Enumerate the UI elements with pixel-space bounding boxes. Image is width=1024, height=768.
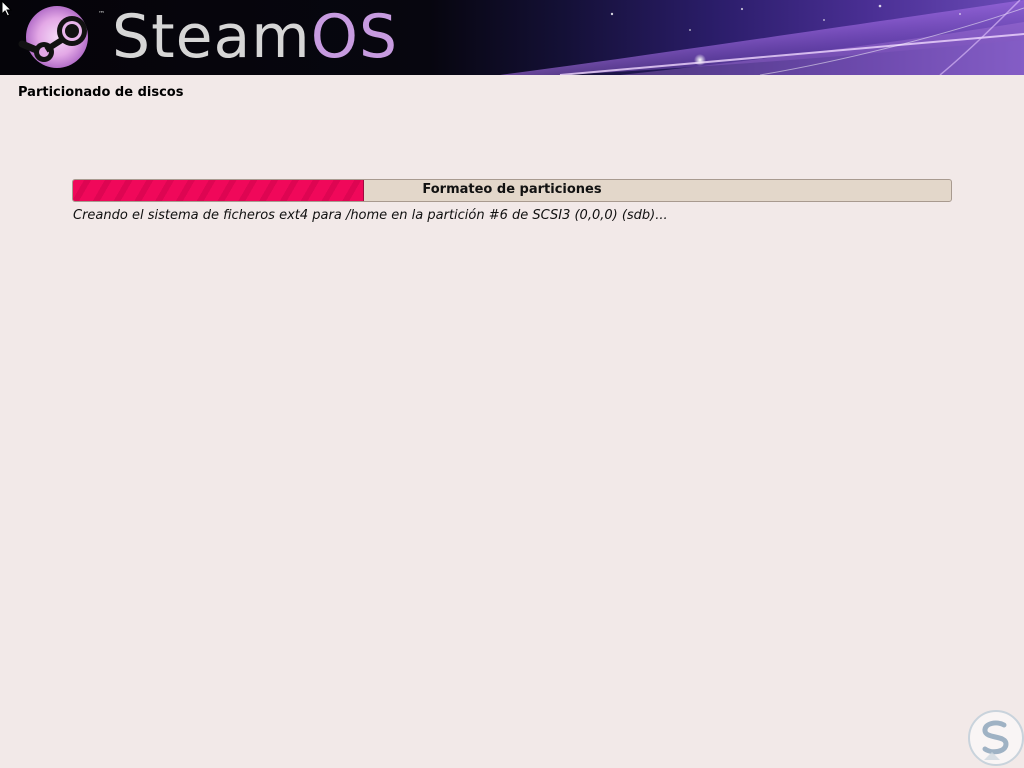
installer-window: ™ SteamOS Particionado de discos Formate… <box>0 0 1024 768</box>
trademark-symbol: ™ <box>98 10 105 18</box>
formatting-progress-bar: Formateo de particiones <box>72 179 952 202</box>
watermark-s-logo-icon <box>968 710 1024 766</box>
brand-os-text: OS <box>310 2 399 72</box>
mouse-pointer-icon <box>1 0 12 17</box>
section-title: Particionado de discos <box>18 85 184 100</box>
steamos-wordmark: ™ SteamOS <box>98 2 399 72</box>
steam-logo-icon <box>18 6 88 68</box>
steamos-banner: ™ SteamOS <box>0 0 1024 75</box>
progress-status-text: Creando el sistema de ficheros ext4 para… <box>73 208 668 223</box>
brand-steam-text: Steam <box>112 2 311 72</box>
progress-bar-label: Formateo de particiones <box>422 182 602 197</box>
